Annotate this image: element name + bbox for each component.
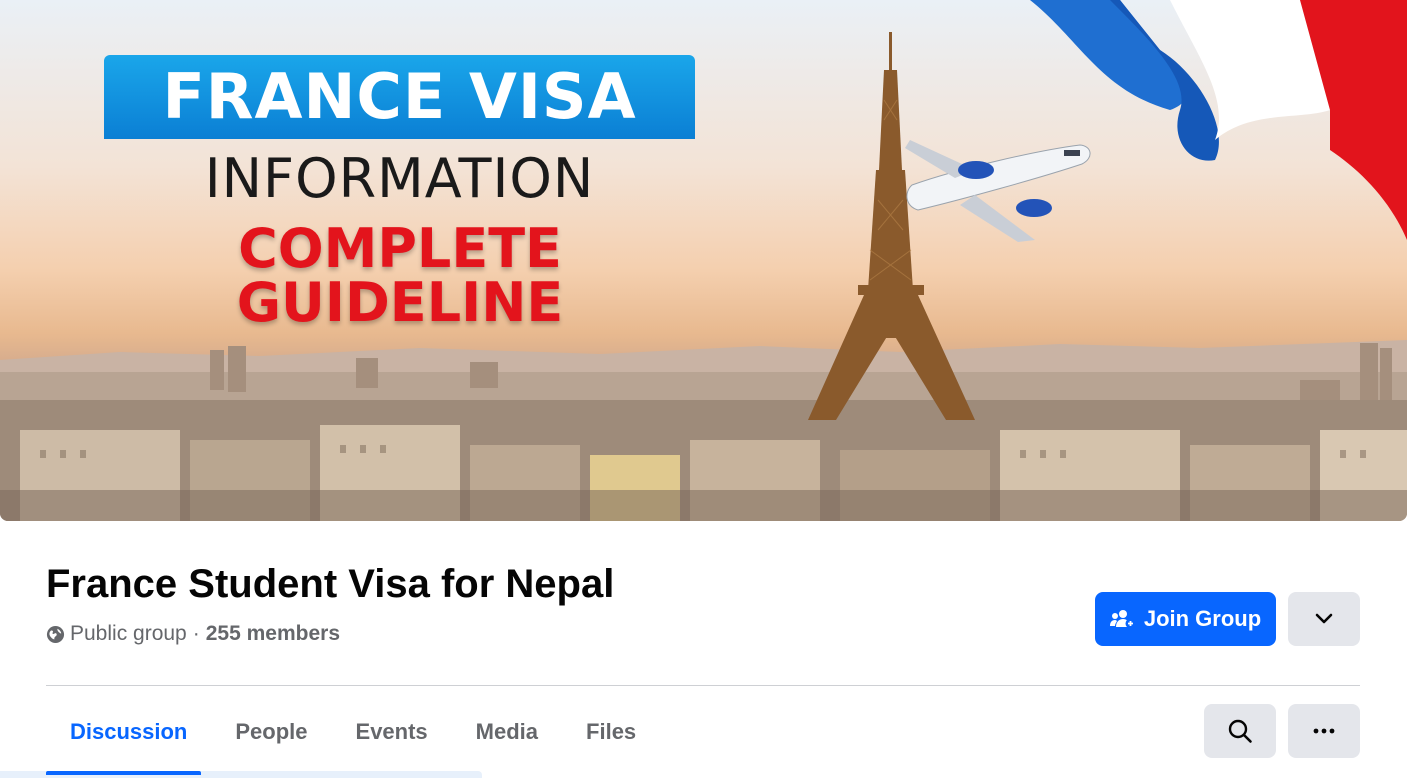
join-group-button[interactable]: Join Group — [1095, 592, 1276, 646]
tab-media[interactable]: Media — [452, 704, 562, 760]
globe-icon — [46, 625, 65, 643]
group-tabs: Discussion People Events Media Files — [46, 704, 660, 760]
group-more-button[interactable] — [1288, 592, 1360, 646]
group-name[interactable]: France Student Visa for Nepal — [46, 560, 614, 608]
header-divider — [46, 685, 1360, 686]
tab-people[interactable]: People — [211, 704, 331, 760]
cover-headline: FRANCE VISA — [162, 60, 637, 133]
group-options-button[interactable] — [1288, 704, 1360, 758]
tab-discussion[interactable]: Discussion — [46, 704, 211, 760]
join-group-label: Join Group — [1143, 606, 1262, 631]
cover-subheadline: INFORMATION — [204, 147, 595, 210]
group-page: FRANCE VISA INFORMATION COMPLETE GUIDELI… — [0, 0, 1407, 778]
tab-files[interactable]: Files — [562, 704, 660, 760]
cover-headline-banner: FRANCE VISA — [104, 55, 695, 139]
active-tab-indicator — [46, 771, 201, 775]
people-icon — [1109, 610, 1136, 629]
cover-photo[interactable]: FRANCE VISA INFORMATION COMPLETE GUIDELI… — [0, 0, 1407, 521]
privacy-label[interactable]: Public group — [70, 620, 187, 648]
cover-tagline: COMPLETE GUIDELINE — [236, 217, 564, 334]
chevron-down-icon — [1315, 613, 1333, 624]
ellipsis-icon — [1313, 728, 1335, 734]
tab-events[interactable]: Events — [332, 704, 452, 760]
group-meta: Public group · 255 members — [46, 620, 340, 648]
meta-separator: · — [192, 622, 200, 645]
group-search-button[interactable] — [1204, 704, 1276, 758]
members-count[interactable]: 255 members — [206, 620, 340, 648]
search-icon — [1228, 719, 1252, 743]
